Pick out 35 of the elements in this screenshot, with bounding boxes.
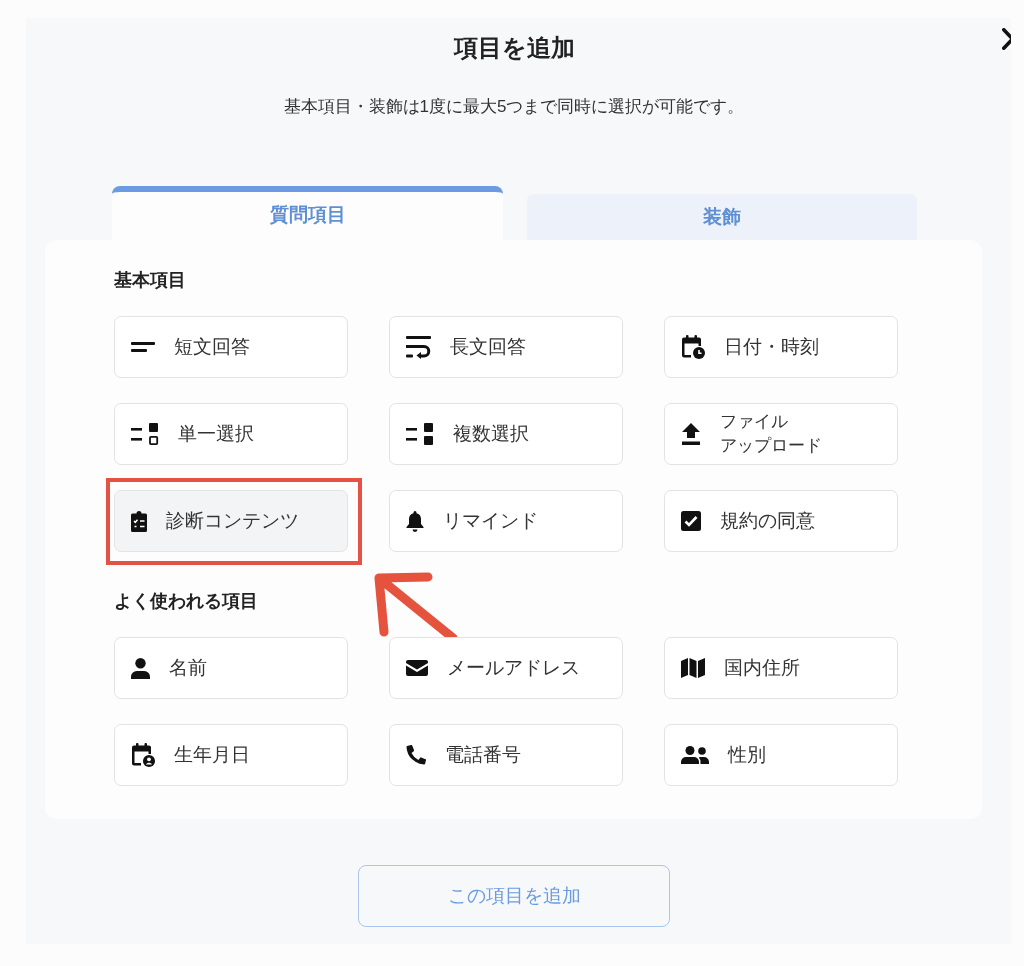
item-option[interactable]: メールアドレス <box>389 637 623 699</box>
calendar-clock-icon <box>681 335 705 359</box>
item-option[interactable]: 短文回答 <box>114 316 348 378</box>
checklist-icon <box>406 423 434 445</box>
item-option[interactable]: 規約の同意 <box>664 490 898 552</box>
short-lines-icon <box>131 342 155 352</box>
item-option[interactable]: リマインド <box>389 490 623 552</box>
people-icon <box>681 746 709 764</box>
item-option[interactable]: 国内住所 <box>664 637 898 699</box>
calendar-person-icon <box>131 743 155 767</box>
item-option[interactable]: 性別 <box>664 724 898 786</box>
item-option[interactable]: 単一選択 <box>114 403 348 465</box>
bell-icon <box>406 510 424 532</box>
dialog-title: 項目を追加 <box>453 33 575 63</box>
envelope-icon <box>406 660 428 676</box>
item-option[interactable]: 生年月日 <box>114 724 348 786</box>
dialog-description: 基本項目・装飾は1度に最大5つまで同時に選択が可能です。 <box>283 96 745 118</box>
item-option[interactable]: 名前 <box>114 637 348 699</box>
item-option[interactable]: 電話番号 <box>389 724 623 786</box>
item-option[interactable]: ファイル アップロード <box>664 403 898 465</box>
upload-icon <box>681 423 701 445</box>
radio-list-icon <box>131 423 159 445</box>
item-option[interactable]: 診断コンテンツ <box>114 490 348 552</box>
map-icon <box>681 658 705 678</box>
person-icon <box>131 657 150 679</box>
phone-icon <box>406 745 426 765</box>
text-wrap-icon <box>406 335 431 359</box>
close-icon[interactable] <box>1002 28 1011 50</box>
item-option[interactable]: 複数選択 <box>389 403 623 465</box>
section-heading: 基本項目 <box>114 269 187 292</box>
item-option[interactable]: 長文回答 <box>389 316 623 378</box>
item-option[interactable]: 日付・時刻 <box>664 316 898 378</box>
section-heading: よく使われる項目 <box>114 590 259 613</box>
checkbox-icon <box>681 511 701 531</box>
clipboard-icon <box>131 510 147 532</box>
